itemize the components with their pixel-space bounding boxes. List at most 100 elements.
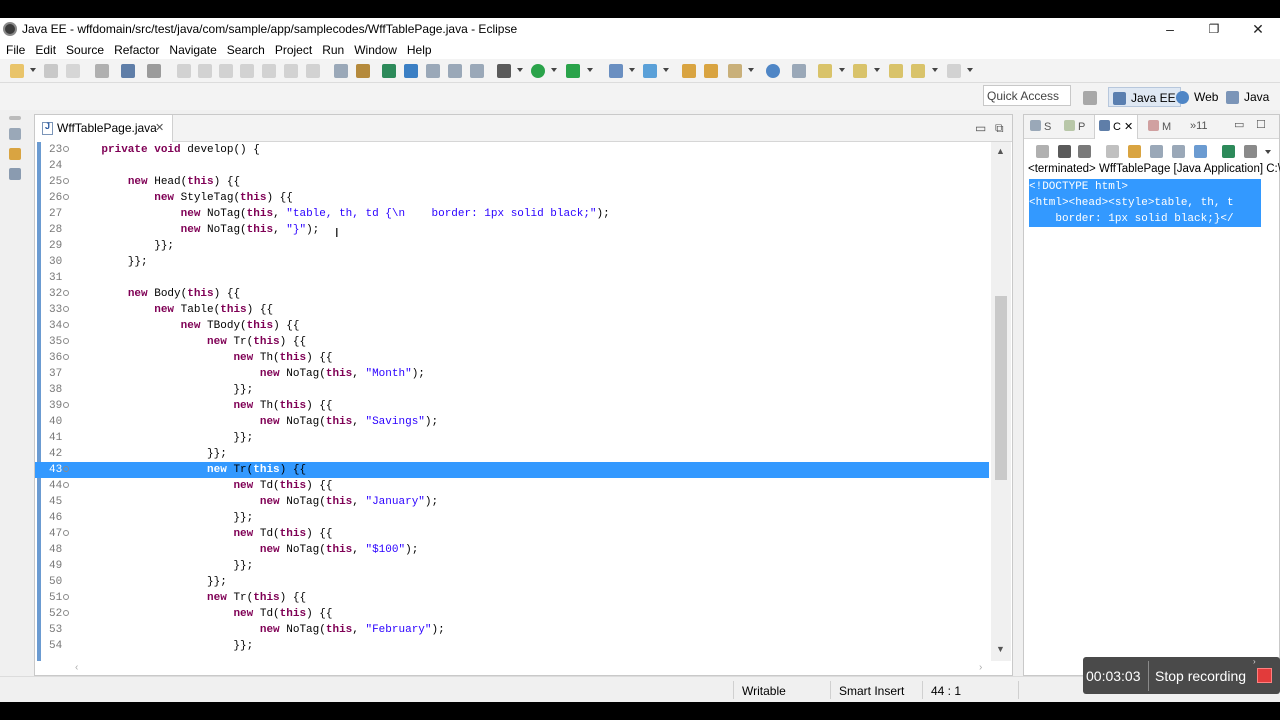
code-line[interactable]: 27 new NoTag(this, "table, th, td {\n bo… (35, 206, 989, 222)
skip-breakpoints-icon[interactable] (147, 64, 161, 78)
scroll-left-icon[interactable]: ‹ (75, 662, 78, 673)
terminate-icon[interactable] (1036, 145, 1049, 158)
highlight-icon[interactable] (404, 64, 418, 78)
code-line[interactable]: 54 }}; (35, 638, 989, 654)
code-line[interactable]: 51 new Tr(this) {{ (35, 590, 989, 606)
next-annotation-icon[interactable] (818, 64, 832, 78)
web-browser-icon[interactable] (766, 64, 780, 78)
minimize-button[interactable]: – (1148, 18, 1192, 40)
open-type-icon[interactable] (682, 64, 696, 78)
step-into-icon[interactable] (262, 64, 276, 78)
menu-navigate[interactable]: Navigate (165, 43, 220, 57)
disconnect-icon[interactable] (240, 64, 254, 78)
code-line[interactable]: 30 }}; (35, 254, 989, 270)
code-line[interactable]: 28 new NoTag(this, "}"); (35, 222, 989, 238)
fold-toggle-icon[interactable] (63, 402, 69, 408)
code-line[interactable]: 26 new StyleTag(this) {{ (35, 190, 989, 206)
forward-icon[interactable] (947, 64, 961, 78)
code-line[interactable]: 41 }}; (35, 430, 989, 446)
code-line[interactable]: 24 (35, 158, 989, 174)
back-icon[interactable] (911, 64, 925, 78)
code-line[interactable]: 35 new Tr(this) {{ (35, 334, 989, 350)
new-server-icon[interactable] (643, 64, 657, 78)
save-icon[interactable] (44, 64, 58, 78)
fold-toggle-icon[interactable] (63, 146, 69, 152)
next-annotation-dropdown-icon[interactable] (839, 68, 845, 72)
new-dropdown-icon[interactable] (30, 68, 36, 72)
tab-properties[interactable]: P (1064, 120, 1085, 133)
open-task-icon[interactable] (704, 64, 718, 78)
scroll-down-icon[interactable]: ▼ (996, 644, 1005, 654)
fold-toggle-icon[interactable] (63, 354, 69, 360)
coverage-icon[interactable] (566, 64, 580, 78)
fold-toggle-icon[interactable] (63, 290, 69, 296)
scroll-lock-icon[interactable] (1128, 145, 1141, 158)
fold-toggle-icon[interactable] (63, 594, 69, 600)
maximize-editor-icon[interactable]: ⧉ (995, 121, 1004, 136)
tab-overflow[interactable]: »11 (1190, 120, 1208, 132)
code-line[interactable]: 49 }}; (35, 558, 989, 574)
quick-access-input[interactable]: Quick Access (983, 85, 1071, 106)
project-explorer-icon[interactable] (9, 148, 21, 160)
tab-markers[interactable]: M (1148, 120, 1171, 133)
debug-dropdown-icon[interactable] (517, 68, 523, 72)
last-edit-icon[interactable] (889, 64, 903, 78)
fold-toggle-icon[interactable] (63, 466, 69, 472)
code-line[interactable]: 43 new Tr(this) {{ (35, 462, 989, 478)
close-console-icon[interactable]: ✕ (1124, 121, 1133, 133)
code-line[interactable]: 50 }}; (35, 574, 989, 590)
resume-icon[interactable] (177, 64, 191, 78)
scroll-up-icon[interactable]: ▲ (996, 146, 1005, 156)
print-icon[interactable] (95, 64, 109, 78)
fold-toggle-icon[interactable] (63, 610, 69, 616)
search-icon[interactable] (728, 64, 742, 78)
minimize-editor-icon[interactable]: ▭ (975, 121, 986, 135)
console-output-line[interactable]: <html><head><style>table, th, t (1029, 195, 1261, 211)
fold-toggle-icon[interactable] (63, 306, 69, 312)
fold-toggle-icon[interactable] (63, 178, 69, 184)
code-line[interactable]: 32 new Body(this) {{ (35, 286, 989, 302)
server-dropdown-icon[interactable] (663, 68, 669, 72)
code-line[interactable]: 33 new Table(this) {{ (35, 302, 989, 318)
status-insert-mode[interactable]: Smart Insert (839, 684, 904, 698)
scrollbar-thumb[interactable] (995, 296, 1007, 480)
block-selection-icon[interactable] (448, 64, 462, 78)
clear-console-icon[interactable] (1106, 145, 1119, 158)
code-line[interactable]: 38 }}; (35, 382, 989, 398)
fold-toggle-icon[interactable] (63, 194, 69, 200)
menu-file[interactable]: File (2, 43, 29, 57)
code-line[interactable]: 36 new Th(this) {{ (35, 350, 989, 366)
debug-icon[interactable] (497, 64, 511, 78)
code-line[interactable]: 52 new Td(this) {{ (35, 606, 989, 622)
new-icon[interactable] (10, 64, 24, 78)
code-line[interactable]: 29 }}; (35, 238, 989, 254)
stop-recording-button[interactable]: Stop recording (1155, 668, 1246, 684)
menu-run[interactable]: Run (318, 43, 348, 57)
stop-icon[interactable] (1257, 668, 1272, 683)
build-icon[interactable] (356, 64, 370, 78)
console-vertical-scrollbar[interactable] (1266, 179, 1276, 669)
scroll-right-icon[interactable]: › (979, 662, 982, 673)
expand-recorder-icon[interactable]: › (1253, 657, 1256, 666)
close-button[interactable]: ✕ (1236, 18, 1280, 40)
outline-icon[interactable] (9, 168, 21, 180)
tab-console[interactable]: C ✕ (1094, 115, 1139, 139)
code-line[interactable]: 25 new Head(this) {{ (35, 174, 989, 190)
console-output-line[interactable]: <!DOCTYPE html> (1029, 179, 1261, 195)
previous-annotation-dropdown-icon[interactable] (874, 68, 880, 72)
open-console-icon[interactable] (1244, 145, 1257, 158)
menu-source[interactable]: Source (62, 43, 108, 57)
run-dropdown-icon[interactable] (551, 68, 557, 72)
step-return-icon[interactable] (306, 64, 320, 78)
show-whitespace-icon[interactable] (470, 64, 484, 78)
code-line[interactable]: 48 new NoTag(this, "$100"); (35, 542, 989, 558)
code-line[interactable]: 53 new NoTag(this, "February"); (35, 622, 989, 638)
code-line[interactable]: 34 new TBody(this) {{ (35, 318, 989, 334)
suspend-icon[interactable] (198, 64, 212, 78)
restore-icon[interactable] (9, 128, 21, 140)
run-icon[interactable] (531, 64, 545, 78)
coverage-dropdown-icon[interactable] (587, 68, 593, 72)
menu-edit[interactable]: Edit (31, 43, 60, 57)
menu-help[interactable]: Help (403, 43, 436, 57)
perspective-java[interactable]: Java (1222, 87, 1273, 107)
